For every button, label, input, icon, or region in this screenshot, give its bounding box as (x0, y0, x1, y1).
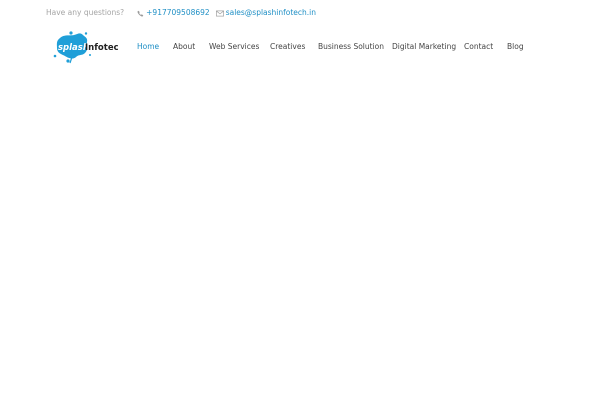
nav-item-about[interactable]: About (173, 40, 195, 54)
main-nav: Home About Web Services Creatives Busine… (0, 40, 600, 54)
nav-item-web-services[interactable]: Web Services (209, 40, 259, 54)
phone-link[interactable]: +917709508692 (136, 7, 210, 19)
phone-icon (136, 9, 144, 17)
top-contact-bar: Have any questions? +917709508692 sales@… (46, 7, 316, 19)
nav-item-creatives[interactable]: Creatives (270, 40, 305, 54)
envelope-icon (215, 9, 224, 17)
nav-item-digital-marketing[interactable]: Digital Marketing (392, 40, 456, 54)
email-address: sales@splashinfotech.in (225, 8, 317, 17)
questions-text: Have any questions? (46, 8, 125, 17)
email-link[interactable]: sales@splashinfotech.in (215, 7, 317, 19)
page: Have any questions? +917709508692 sales@… (0, 0, 600, 400)
phone-number: +917709508692 (146, 8, 210, 17)
nav-item-business-solution[interactable]: Business Solution (318, 40, 384, 54)
nav-item-contact[interactable]: Contact (464, 40, 493, 54)
nav-item-home[interactable]: Home (137, 40, 159, 54)
nav-item-blog[interactable]: Blog (507, 40, 524, 54)
